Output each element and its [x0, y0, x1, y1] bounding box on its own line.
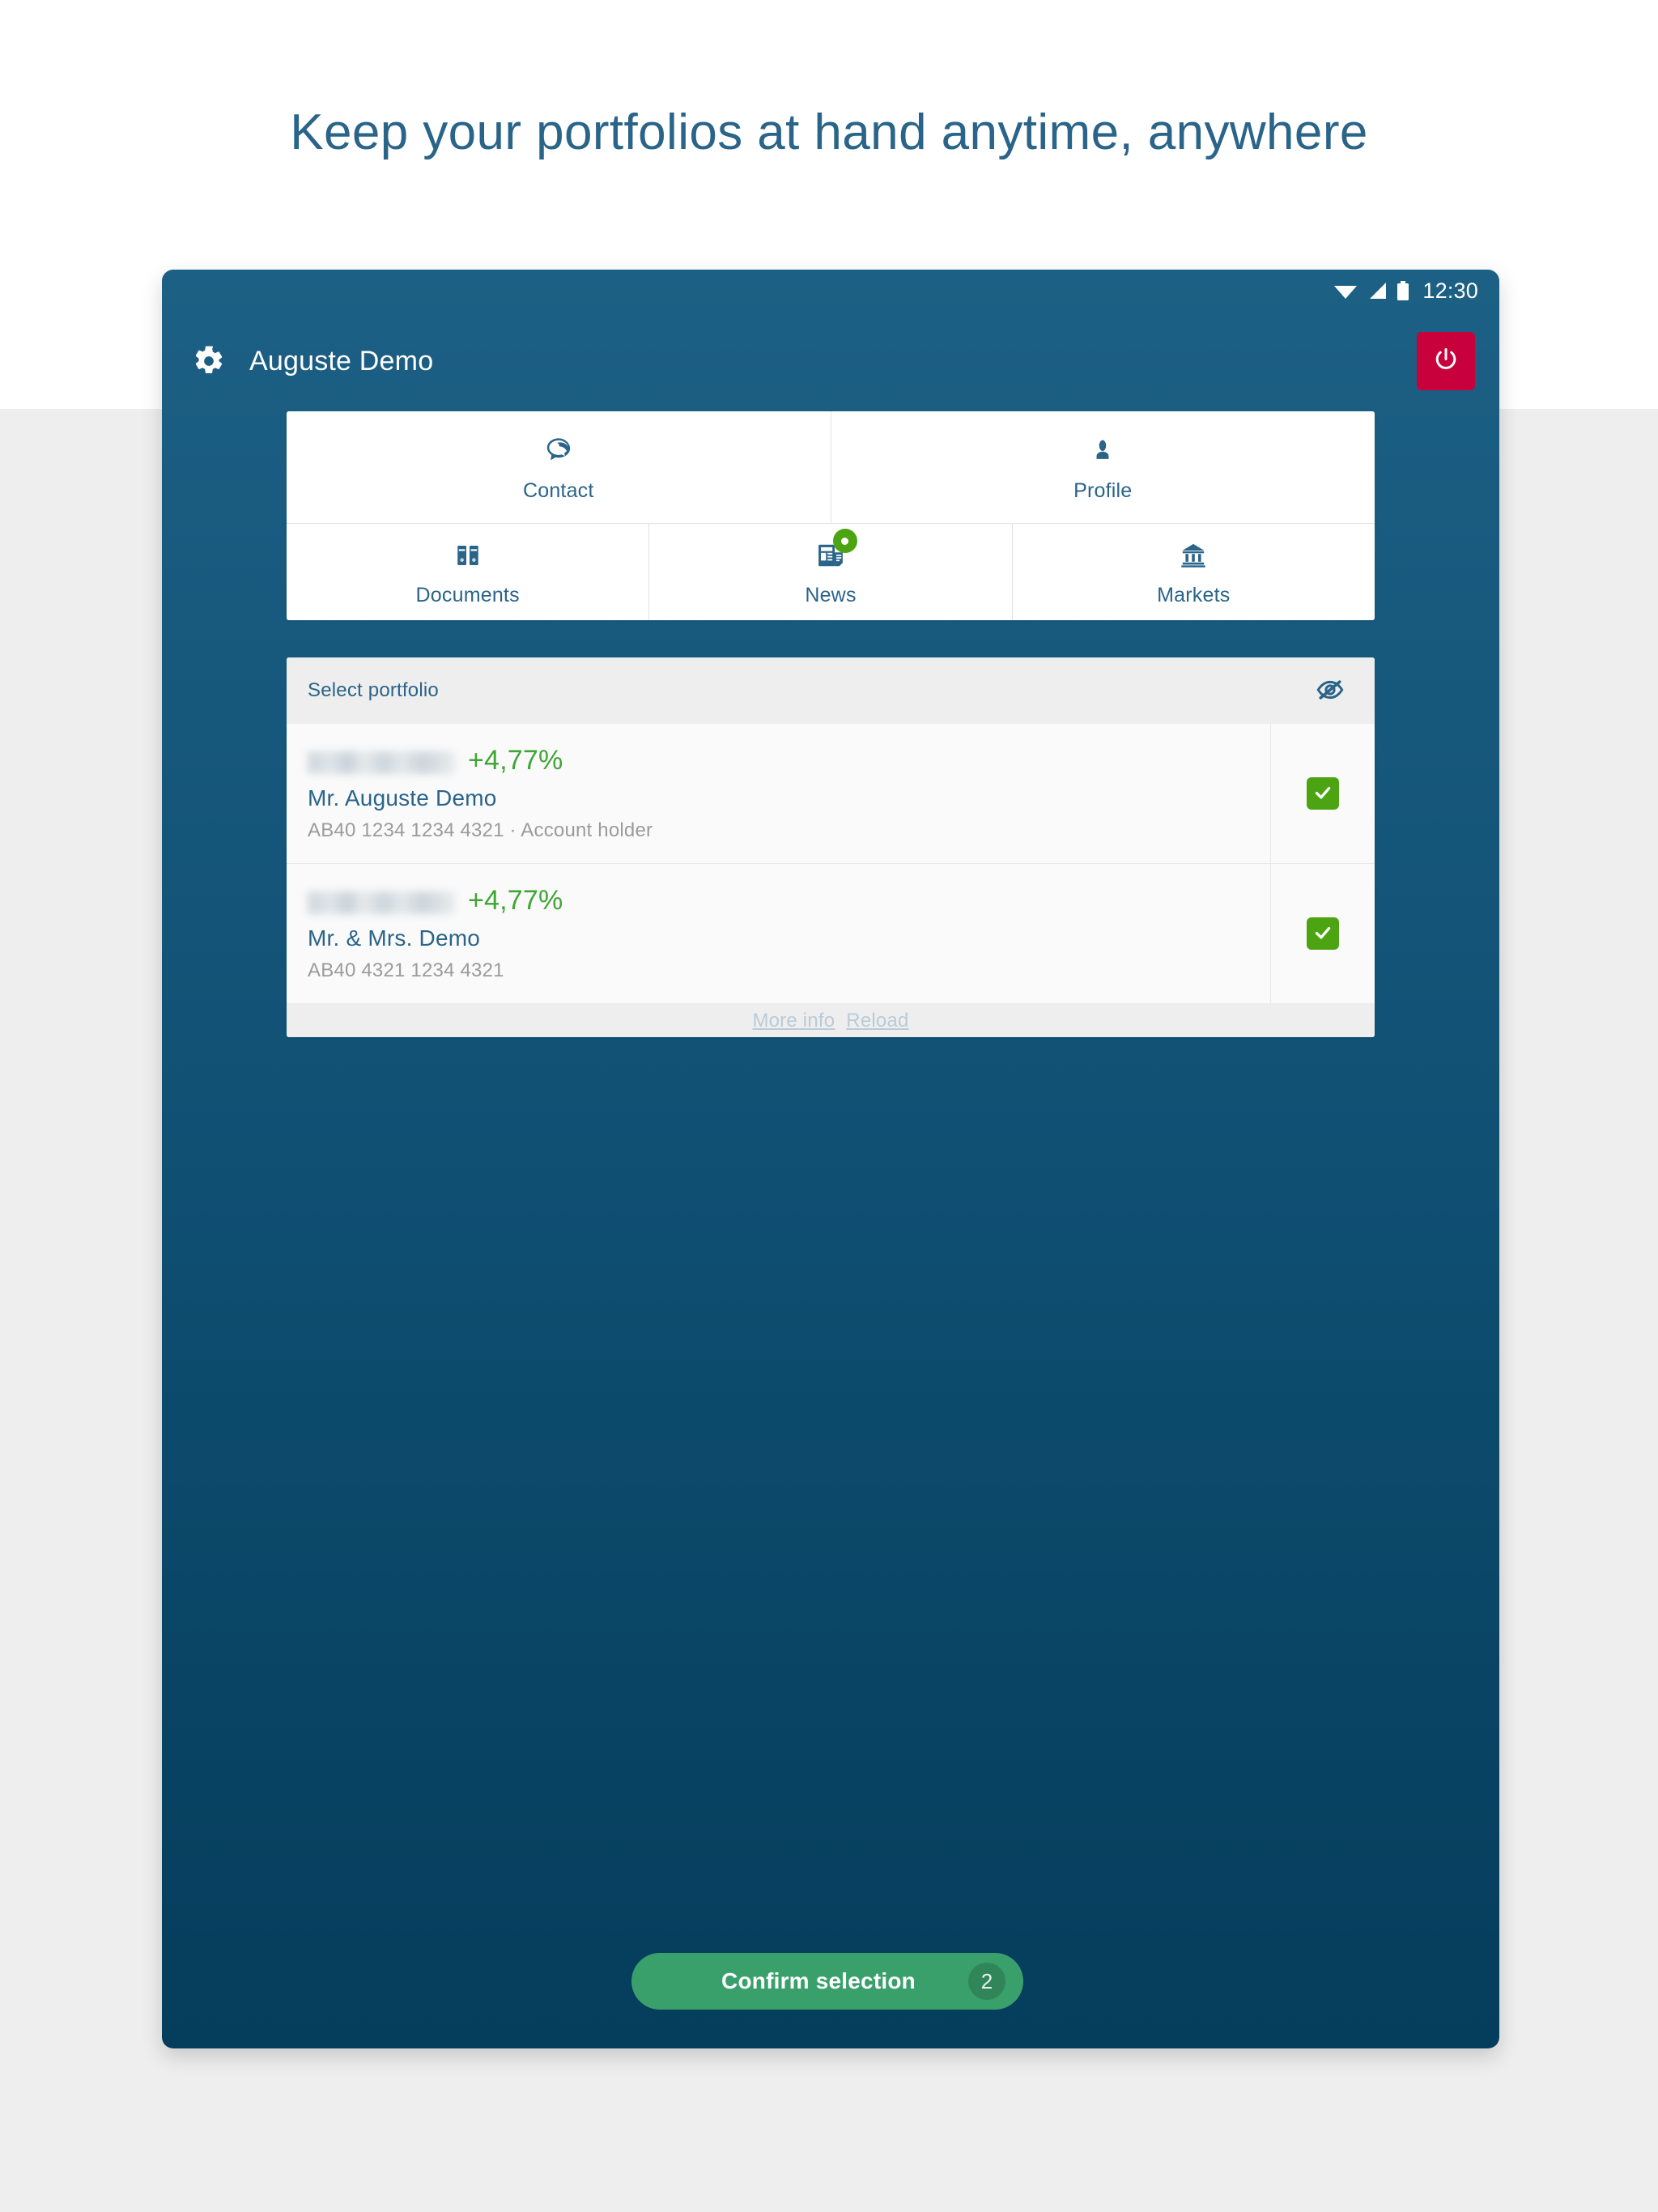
- portfolio-account-meta: AB40 4321 1234 4321: [308, 959, 504, 981]
- tile-label: Profile: [1073, 479, 1133, 502]
- confirm-selection-button[interactable]: Confirm selection 2: [631, 1953, 1023, 2010]
- person-icon: [1090, 432, 1116, 470]
- tile-contact[interactable]: Contact: [287, 411, 831, 523]
- device-frame: 12:30 Auguste Demo Contact Profile Docum…: [162, 270, 1499, 2048]
- check-icon: [1312, 922, 1333, 946]
- reload-link[interactable]: Reload: [846, 1010, 908, 1032]
- check-icon: [1312, 782, 1333, 806]
- table-row[interactable]: +4,77% Mr. Auguste Demo AB40 1234 1234 4…: [287, 724, 1375, 863]
- news-badge-dot: [841, 537, 849, 545]
- confirm-selection-label: Confirm selection: [721, 1968, 916, 1993]
- cellular-signal-icon: [1367, 282, 1387, 300]
- android-status-bar: 12:30: [162, 270, 1499, 312]
- portfolio-selection-card: Select portfolio +4,77% Mr. Auguste Demo…: [287, 657, 1375, 1037]
- battery-icon: [1397, 281, 1409, 300]
- tile-markets[interactable]: Markets: [1011, 524, 1375, 620]
- tile-label: Contact: [522, 479, 594, 502]
- portfolio-checkbox[interactable]: [1307, 917, 1339, 950]
- quick-actions-row-1: Contact Profile: [287, 411, 1375, 523]
- portfolio-name: Mr. Auguste Demo: [308, 785, 497, 810]
- binders-icon: [454, 537, 482, 574]
- portfolio-amount-hidden: [308, 751, 455, 774]
- tile-news[interactable]: News: [648, 524, 1012, 620]
- table-row[interactable]: +4,77% Mr. & Mrs. Demo AB40 4321 1234 43…: [287, 863, 1375, 1003]
- tile-documents[interactable]: Documents: [287, 524, 649, 620]
- portfolio-checkbox-cell: [1271, 724, 1375, 863]
- page-headline: Keep your portfolios at hand anytime, an…: [290, 104, 1368, 160]
- wifi-icon: [1333, 282, 1358, 300]
- eye-off-icon: [1315, 678, 1346, 704]
- more-info-link[interactable]: More info: [752, 1010, 835, 1032]
- portfolio-card-title: Select portfolio: [308, 679, 439, 701]
- news-badge: [832, 529, 857, 553]
- portfolio-account-meta: AB40 1234 1234 4321 · Account holder: [308, 819, 653, 841]
- portfolio-checkbox[interactable]: [1307, 777, 1339, 810]
- quick-actions-row-2: Documents News Markets: [287, 523, 1375, 620]
- tile-label: News: [805, 584, 857, 606]
- portfolio-row-details: +4,77% Mr. & Mrs. Demo AB40 4321 1234 43…: [287, 864, 1271, 1003]
- status-bar-clock: 12:30: [1422, 278, 1478, 303]
- portfolio-amount-line: +4,77%: [308, 885, 1270, 921]
- quick-actions-grid: Contact Profile Documents News Markets: [287, 411, 1375, 620]
- portfolio-amount-hidden: [308, 891, 455, 914]
- app-bar: Auguste Demo: [162, 312, 1499, 410]
- portfolio-performance: +4,77%: [468, 885, 563, 916]
- portfolio-amount-line: +4,77%: [308, 745, 1270, 781]
- portfolio-performance: +4,77%: [468, 745, 563, 776]
- speech-bubble-icon: [542, 432, 576, 470]
- gear-icon[interactable]: [193, 345, 225, 377]
- bank-building-icon: [1179, 537, 1208, 574]
- portfolio-name: Mr. & Mrs. Demo: [308, 925, 481, 951]
- logout-button[interactable]: [1417, 332, 1475, 390]
- portfolio-checkbox-cell: [1271, 864, 1375, 1003]
- tile-profile[interactable]: Profile: [830, 411, 1375, 523]
- card-links: More info Reload: [287, 1010, 1375, 1032]
- tile-label: Markets: [1157, 584, 1231, 606]
- portfolio-card-header: Select portfolio: [287, 657, 1375, 724]
- tile-label: Documents: [415, 584, 520, 606]
- app-title: Auguste Demo: [249, 345, 434, 376]
- power-icon: [1431, 346, 1460, 377]
- newspaper-icon: [815, 529, 857, 574]
- confirm-selection-count-badge: 2: [968, 1963, 1005, 2000]
- toggle-amount-visibility-button[interactable]: [1315, 678, 1346, 704]
- portfolio-row-details: +4,77% Mr. Auguste Demo AB40 1234 1234 4…: [287, 724, 1271, 863]
